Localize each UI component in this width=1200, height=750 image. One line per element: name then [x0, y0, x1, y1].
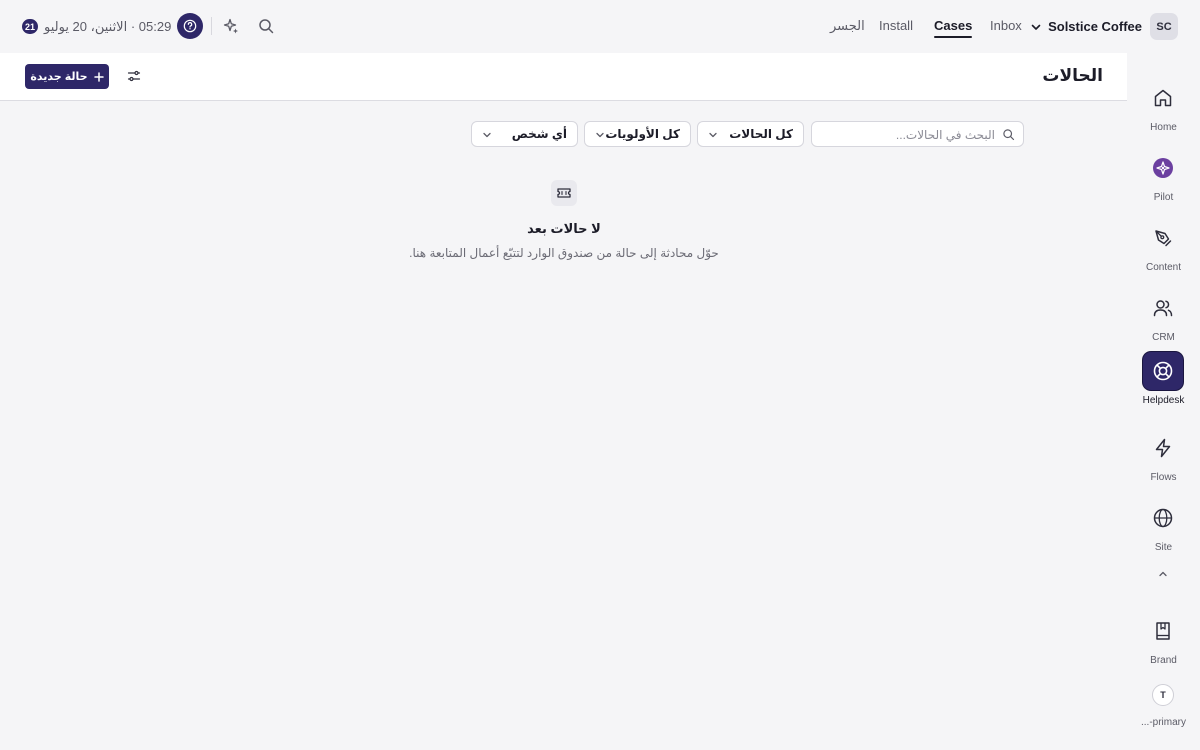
new-case-label: حالة جديدة — [30, 71, 88, 83]
page-header: الحالات حالة جديدة — [0, 53, 1127, 101]
plus-icon — [93, 71, 104, 82]
search-icon[interactable] — [257, 17, 275, 35]
book-icon — [1156, 622, 1170, 640]
sidebar-item-home[interactable]: Home — [1127, 79, 1200, 139]
priority-filter[interactable]: كل الأولويات — [584, 121, 691, 147]
assignee-filter[interactable]: أي شخص — [471, 121, 578, 147]
new-case-button[interactable]: حالة جديدة — [25, 64, 109, 89]
toolbar-divider — [211, 17, 212, 35]
status-filter-value: كل الحالات — [729, 127, 793, 141]
workspace-switcher[interactable]: Solstice Coffee SC — [1030, 13, 1178, 40]
chevron-down-icon — [1031, 24, 1041, 30]
sidebar-item-crm[interactable]: CRM — [1127, 289, 1200, 349]
empty-state-title: لا حالات بعد — [527, 221, 601, 236]
chevron-down-icon — [596, 132, 604, 138]
help-button[interactable] — [177, 13, 203, 39]
workspace-avatar: SC — [1150, 13, 1178, 40]
sidebar-item-helpdesk[interactable]: Helpdesk — [1127, 352, 1200, 412]
nav-cases[interactable]: Cases — [934, 18, 973, 38]
case-search-input[interactable] — [822, 126, 995, 143]
nav-install[interactable]: Install — [879, 18, 913, 33]
case-search[interactable] — [811, 121, 1024, 147]
nav-bridge[interactable]: الجسر — [830, 18, 865, 34]
sidebar-item-label: Home — [1150, 122, 1177, 133]
globe-icon — [1153, 508, 1173, 528]
priority-filter-value: كل الأولويات — [605, 127, 680, 141]
sidebar-item-label: Brand — [1150, 655, 1177, 666]
assignee-filter-value: أي شخص — [511, 127, 567, 141]
day-badge: 21 — [22, 19, 38, 34]
sidebar-item-brand[interactable]: Brand — [1127, 612, 1200, 672]
sparkles-icon[interactable] — [222, 17, 240, 35]
sidebar-item-flows[interactable]: Flows — [1127, 429, 1200, 489]
chevron-down-icon — [483, 132, 491, 138]
sidebar-item-site[interactable]: Site — [1127, 499, 1200, 559]
date-time: 05:29 · الاثنين، 20 يوليو — [44, 19, 172, 34]
account-switcher[interactable]: T ...-primary — [1127, 684, 1200, 744]
account-avatar: T — [1152, 684, 1174, 706]
chevron-up-icon[interactable] — [1157, 568, 1169, 580]
sidebar-item-label: Site — [1154, 542, 1173, 553]
ticket-icon — [551, 180, 577, 206]
home-icon — [1154, 89, 1172, 107]
search-icon — [1003, 129, 1015, 141]
pilot-icon — [1153, 158, 1173, 178]
sidebar-item-label: Pilot — [1153, 192, 1174, 203]
nav-inbox[interactable]: Inbox — [990, 18, 1022, 33]
help-icon — [183, 19, 197, 33]
top-bar: Solstice Coffee SC Inbox Cases Install ا… — [0, 0, 1200, 53]
sidebar-item-label: Content — [1145, 262, 1182, 273]
app-sidebar: Home Pilot Content CRM Helpdesk Flows Si… — [1127, 53, 1200, 750]
sidebar-item-label: Helpdesk — [1142, 395, 1185, 406]
page-title: الحالات — [1042, 66, 1103, 85]
sidebar-item-pilot[interactable]: Pilot — [1127, 149, 1200, 209]
sidebar-item-label: CRM — [1152, 332, 1175, 343]
chevron-down-icon — [709, 132, 717, 138]
pen-icon — [1155, 230, 1172, 247]
lifebuoy-icon — [1153, 361, 1173, 381]
filter-settings-icon[interactable] — [127, 69, 141, 83]
sidebar-item-content[interactable]: Content — [1127, 219, 1200, 279]
empty-state-description: حوّل محادثة إلى حالة من صندوق الوارد لتت… — [409, 246, 719, 260]
bolt-icon — [1155, 438, 1171, 458]
workspace-name: Solstice Coffee — [1048, 19, 1142, 34]
status-filter[interactable]: كل الحالات — [697, 121, 804, 147]
users-icon — [1153, 300, 1173, 317]
main-panel: الحالات حالة جديدة كل الحالات كل الأولوي… — [0, 53, 1127, 750]
account-label: ...-primary — [1141, 717, 1186, 728]
sidebar-item-label: Flows — [1150, 472, 1177, 483]
